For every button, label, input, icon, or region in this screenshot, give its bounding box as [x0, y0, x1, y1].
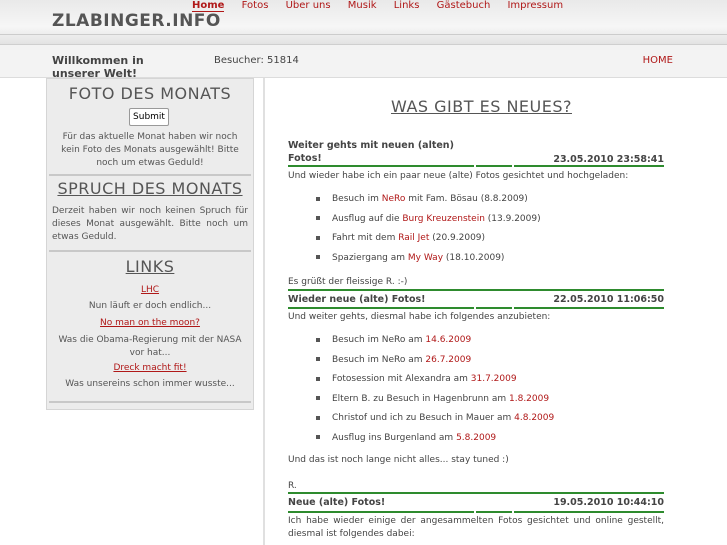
link-note: Was die Obama-Regierung mit der NASA vor…: [58, 335, 242, 358]
photo-of-month-text: Für das aktuelle Monat haben wir noch ke…: [61, 132, 239, 168]
news-entry-date: 19.05.2010 10:44:10: [553, 497, 664, 508]
news-entry-title: Weiter gehts mit neuen (alten) Fotos!: [288, 140, 454, 164]
news-entry-signoff: Es grüßt der fleissige R. :-): [288, 277, 408, 287]
news-entry-header: Neue (alte) Fotos! 19.05.2010 10:44:10: [288, 497, 664, 508]
news-entry-list: Besuch im NeRo mit Fam. Bösau (8.8.2009)…: [316, 194, 541, 272]
photo-link[interactable]: 1.8.2009: [509, 394, 549, 404]
nav-fotos[interactable]: Fotos: [242, 0, 269, 11]
nav-links[interactable]: Links: [394, 0, 420, 11]
news-entry-list: Besuch im NeRo am 14.6.2009 Besuch im Ne…: [316, 335, 554, 452]
nav-musik[interactable]: Musik: [348, 0, 377, 11]
list-item: Besuch im NeRo mit Fam. Bösau (8.8.2009): [316, 194, 541, 214]
photo-link[interactable]: 4.8.2009: [514, 413, 554, 423]
news-entry-header: Wieder neue (alte) Fotos! 22.05.2010 11:…: [288, 294, 664, 305]
news-entry-intro: Und weiter gehts, diesmal habe ich folge…: [288, 312, 551, 322]
top-divider: [0, 34, 727, 35]
photo-link[interactable]: Rail Jet: [398, 233, 429, 243]
entry-divider: [288, 289, 664, 291]
link-no-man-on-moon[interactable]: No man on the moon?: [47, 318, 253, 328]
link-note: Nun läuft er doch endlich...: [88, 301, 212, 311]
main-nav: Home Fotos Über uns Musik Links Gästebuc…: [192, 0, 577, 12]
links-title[interactable]: LINKS: [47, 257, 253, 276]
list-item: Besuch im NeRo am 26.7.2009: [316, 355, 554, 375]
news-entry-date: 23.05.2010 23:58:41: [553, 154, 664, 165]
list-item: Ausflug ins Burgenland am 5.8.2009: [316, 433, 554, 453]
sub-bar: Willkommen in unserer Welt! Besucher: 51…: [0, 45, 727, 80]
entry-divider: [288, 492, 664, 494]
quote-of-month-text: Derzeit haben wir noch keinen Spruch für…: [52, 206, 248, 242]
link-dreck-macht-fit[interactable]: Dreck macht fit!: [47, 363, 253, 373]
list-item: Fahrt mit dem Rail Jet (20.9.2009): [316, 233, 541, 253]
entry-divider: [288, 307, 664, 309]
photo-link[interactable]: 14.6.2009: [425, 335, 471, 345]
sidebar-divider: [49, 250, 251, 252]
photo-link[interactable]: 5.8.2009: [456, 433, 496, 443]
nav-impressum[interactable]: Impressum: [507, 0, 563, 11]
entry-divider: [288, 511, 664, 513]
quote-of-month-title[interactable]: SPRUCH DES MONATS: [47, 179, 253, 198]
news-entry-date: 22.05.2010 11:06:50: [553, 294, 664, 305]
link-lhc[interactable]: LHC: [47, 285, 253, 295]
list-item: Eltern B. zu Besuch in Hagenbrunn am 1.8…: [316, 394, 554, 414]
photo-link[interactable]: 26.7.2009: [425, 355, 471, 365]
photo-link[interactable]: My Way: [408, 253, 443, 263]
entry-divider: [288, 165, 664, 167]
news-entry-outro: Und das ist noch lange nicht alles... st…: [288, 455, 509, 465]
site-logo[interactable]: ZLABINGER.INFO: [52, 11, 221, 31]
sidebar: FOTO DES MONATS Submit Für das aktuelle …: [46, 78, 254, 410]
home-link[interactable]: HOME: [643, 55, 673, 66]
news-title[interactable]: WAS GIBT ES NEUES?: [391, 97, 572, 116]
list-item: Christof und ich zu Besuch in Mauer am 4…: [316, 413, 554, 433]
sidebar-divider: [49, 174, 251, 176]
news-entry-intro: Und wieder habe ich ein paar neue (alte)…: [288, 171, 629, 181]
list-item: Ausflug auf die Burg Kreuzenstein (13.9.…: [316, 214, 541, 234]
welcome-text: Willkommen in unserer Welt!: [52, 54, 144, 80]
list-item: Fotosession mit Alexandra am 31.7.2009: [316, 374, 554, 394]
photo-link[interactable]: NeRo: [382, 194, 406, 204]
photo-of-month-title: FOTO DES MONATS: [68, 84, 232, 103]
link-note: Was unsereins schon immer wusste...: [65, 379, 235, 389]
nav-home[interactable]: Home: [192, 0, 225, 12]
nav-gaestebuch[interactable]: Gästebuch: [437, 0, 491, 11]
sidebar-divider: [49, 401, 251, 403]
nav-ueber-uns[interactable]: Über uns: [286, 0, 331, 11]
news-entry-intro: Ich habe wieder einige der angesammelten…: [288, 516, 664, 539]
news-entry-header: Weiter gehts mit neuen (alten) Fotos! 23…: [288, 139, 664, 165]
visitor-counter: Besucher: 51814: [214, 55, 299, 66]
submit-button[interactable]: Submit: [129, 108, 169, 126]
photo-link[interactable]: Burg Kreuzenstein: [402, 214, 485, 224]
list-item: Besuch im NeRo am 14.6.2009: [316, 335, 554, 355]
photo-link[interactable]: 31.7.2009: [471, 374, 517, 384]
list-item: Spaziergang am My Way (18.10.2009): [316, 253, 541, 273]
